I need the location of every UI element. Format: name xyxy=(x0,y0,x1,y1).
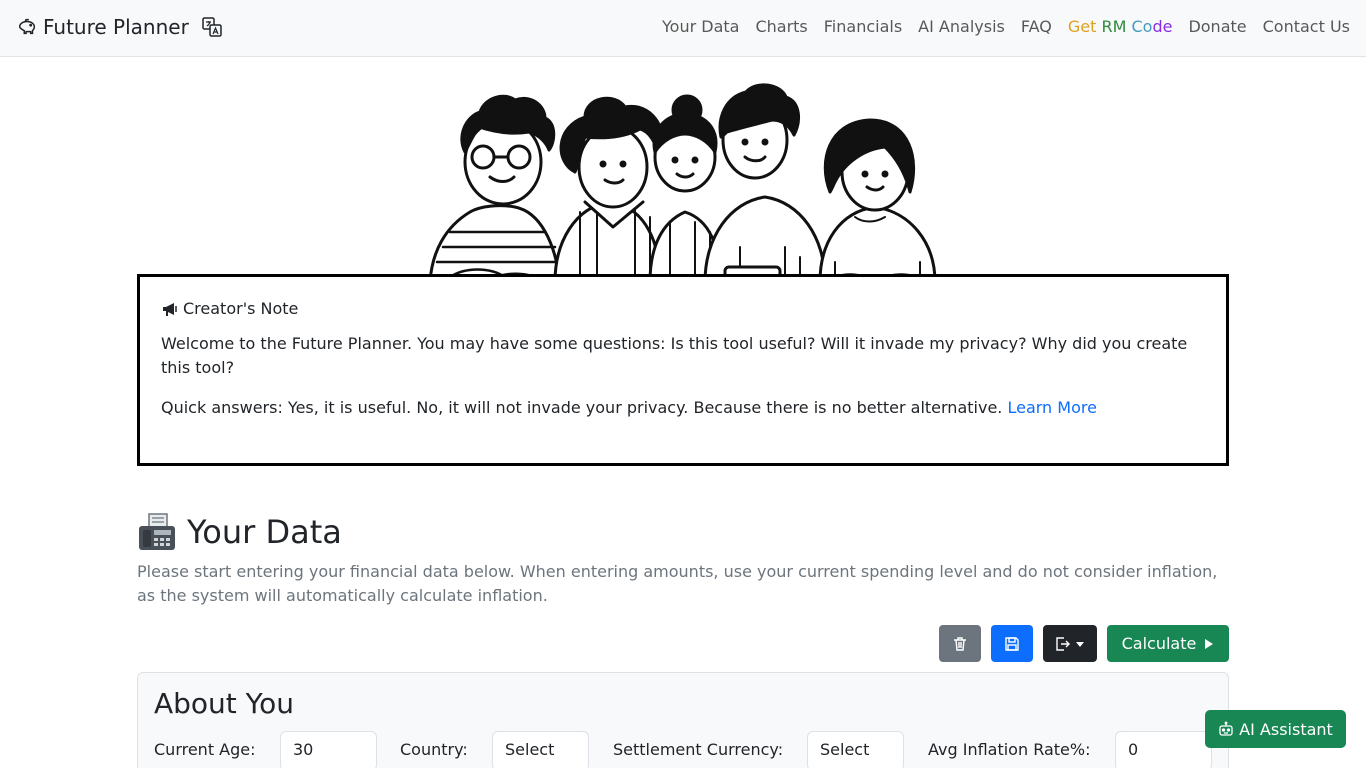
robot-icon xyxy=(1219,721,1233,736)
nav-link-donate[interactable]: Donate xyxy=(1188,17,1246,36)
piggy-bank-icon xyxy=(18,18,36,35)
country-select[interactable]: Select xyxy=(492,731,589,768)
play-icon xyxy=(1205,638,1214,649)
settlement-currency-select[interactable]: Select xyxy=(807,731,904,768)
country-label: Country: xyxy=(400,740,468,759)
current-age-input[interactable]: 30 xyxy=(280,731,377,768)
note-title-text: Creator's Note xyxy=(183,299,299,318)
nav-link-contact-us[interactable]: Contact Us xyxy=(1263,17,1350,36)
megaphone-icon xyxy=(163,302,177,316)
brand[interactable]: Future Planner xyxy=(16,15,189,39)
rm-code-word-3a: Co xyxy=(1131,17,1153,36)
rm-code-word-1: Get xyxy=(1067,17,1097,36)
ai-assistant-button[interactable]: AI Assistant xyxy=(1205,710,1346,748)
nav-link-ai-analysis[interactable]: AI Analysis xyxy=(918,17,1005,36)
current-age-label: Current Age: xyxy=(154,740,256,759)
nav-link-your-data[interactable]: Your Data xyxy=(662,17,739,36)
nav-link-financials[interactable]: Financials xyxy=(824,17,902,36)
your-data-title: Your Data xyxy=(187,513,342,551)
avg-inflation-label: Avg Inflation Rate%: xyxy=(928,740,1091,759)
avg-inflation-input[interactable]: 0 xyxy=(1115,731,1212,768)
nav-links: Your Data Charts Financials AI Analysis … xyxy=(646,17,1350,36)
rm-code-word-2: RM xyxy=(1101,17,1127,36)
settlement-currency-label: Settlement Currency: xyxy=(613,740,784,759)
floppy-disk-icon xyxy=(1005,636,1019,651)
note-paragraph-2: Quick answers: Yes, it is useful. No, it… xyxy=(161,396,1205,420)
note-quick-answers: Quick answers: Yes, it is useful. No, it… xyxy=(161,398,1003,417)
rm-code-word-3b: de xyxy=(1152,17,1173,36)
navbar: Future Planner Your Data Charts Financia… xyxy=(0,0,1366,57)
trash-icon xyxy=(954,636,966,651)
nav-link-charts[interactable]: Charts xyxy=(755,17,807,36)
note-title: Creator's Note xyxy=(161,299,1205,318)
clear-data-button[interactable] xyxy=(939,625,981,662)
translate-icon[interactable] xyxy=(202,17,222,37)
creators-note: Creator's Note Welcome to the Future Pla… xyxy=(137,274,1229,466)
nav-link-faq[interactable]: FAQ xyxy=(1021,17,1052,36)
your-data-header: Your Data xyxy=(137,512,342,552)
export-dropdown-button[interactable] xyxy=(1043,625,1097,662)
note-paragraph-1: Welcome to the Future Planner. You may h… xyxy=(161,334,1188,377)
about-you-title: About You xyxy=(154,687,294,720)
your-data-description: Please start entering your financial dat… xyxy=(137,562,1218,605)
save-data-button[interactable] xyxy=(991,625,1033,662)
fax-icon xyxy=(139,513,175,550)
learn-more-link[interactable]: Learn More xyxy=(1007,398,1096,417)
calculate-button[interactable]: Calculate xyxy=(1107,625,1229,662)
brand-name: Future Planner xyxy=(43,15,189,39)
calculate-label: Calculate xyxy=(1121,634,1197,653)
export-icon xyxy=(1056,636,1070,651)
ai-assistant-label: AI Assistant xyxy=(1239,719,1333,739)
nav-link-get-rm-code[interactable]: Get RM Code xyxy=(1068,17,1173,36)
people-illustration xyxy=(428,83,937,284)
caret-down-icon xyxy=(1076,641,1084,647)
